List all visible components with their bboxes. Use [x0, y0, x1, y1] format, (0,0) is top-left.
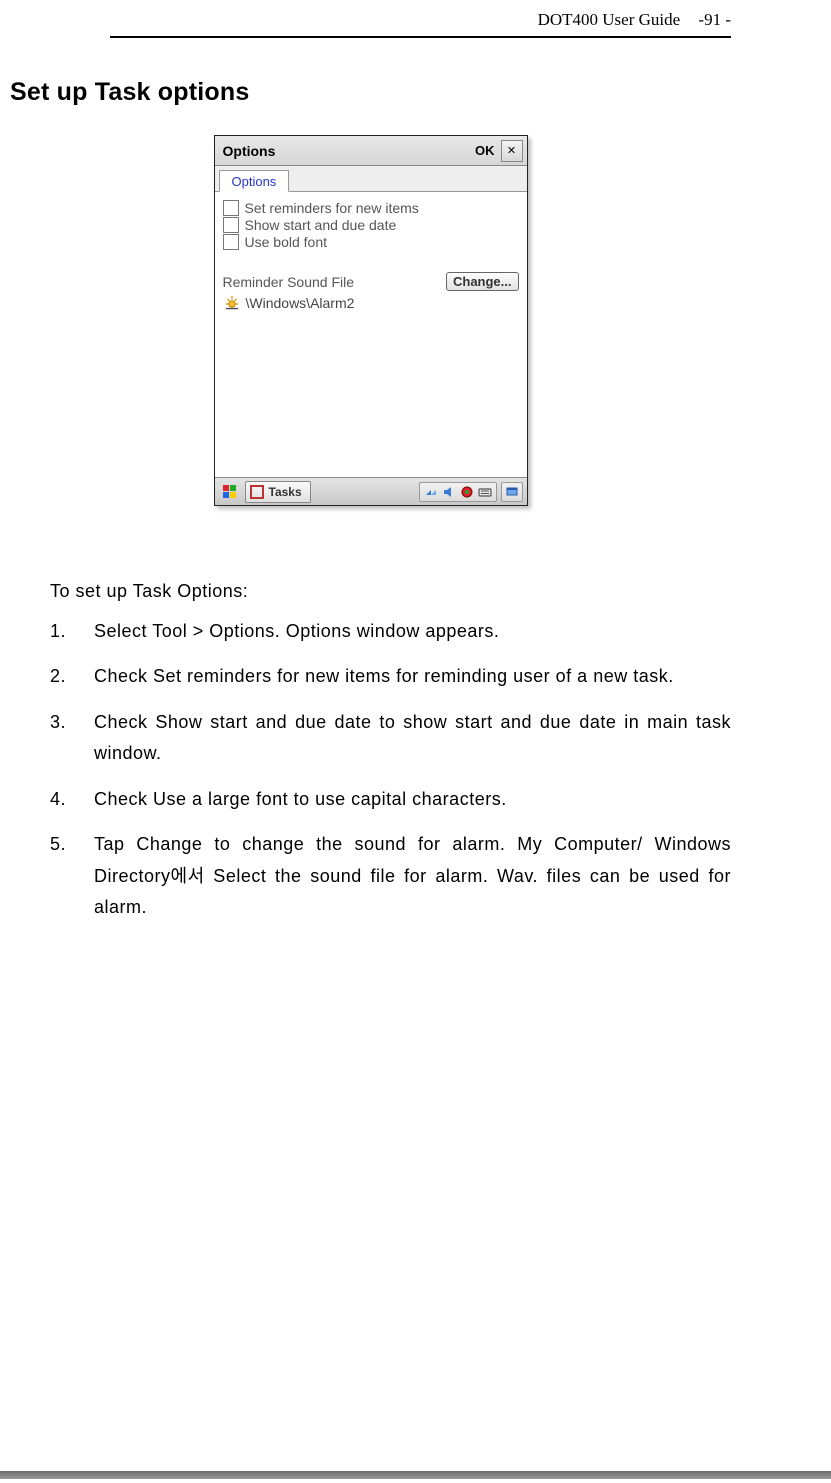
instructions-block: To set up Task Options: 1.Select Tool > … — [10, 576, 731, 924]
doc-title: DOT400 User Guide — [538, 10, 681, 29]
checkbox-row-boldfont[interactable]: Use bold font — [223, 234, 519, 250]
tasks-icon — [250, 485, 264, 499]
dialog-body: Set reminders for new items Show start a… — [215, 192, 527, 477]
step-4: 4.Check Use a large font to use capital … — [50, 784, 731, 816]
show-desktop-icon[interactable] — [501, 482, 523, 502]
start-icon[interactable] — [219, 482, 241, 502]
close-icon[interactable] — [501, 140, 523, 162]
checkbox-row-showdates[interactable]: Show start and due date — [223, 217, 519, 233]
options-dialog-screenshot: Options OK Options Set reminders for new… — [214, 135, 528, 506]
checkbox-label: Set reminders for new items — [245, 200, 419, 216]
tray-status-icon[interactable] — [460, 485, 474, 499]
checkbox-icon[interactable] — [223, 200, 239, 216]
change-button[interactable]: Change... — [446, 272, 519, 291]
tray-keyboard-icon[interactable] — [478, 485, 492, 499]
section-title: Set up Task options — [10, 78, 731, 107]
dialog-title: Options — [219, 143, 472, 159]
taskbar: Tasks — [215, 477, 527, 505]
checkbox-label: Use bold font — [245, 234, 328, 250]
dialog-titlebar: Options OK — [215, 136, 527, 166]
checkbox-label: Show start and due date — [245, 217, 397, 233]
page-header: DOT400 User Guide -91 - — [110, 0, 731, 38]
checkbox-icon[interactable] — [223, 234, 239, 250]
checkbox-icon[interactable] — [223, 217, 239, 233]
checkbox-row-reminders[interactable]: Set reminders for new items — [223, 200, 519, 216]
system-tray — [419, 482, 497, 502]
tab-options[interactable]: Options — [219, 170, 290, 192]
step-5: 5.Tap Change to change the sound for ala… — [50, 829, 731, 924]
instructions-intro: To set up Task Options: — [50, 576, 731, 608]
step-2: 2.Check Set reminders for new items for … — [50, 661, 731, 693]
sound-path-value: \Windows\Alarm2 — [246, 295, 355, 311]
step-1: 1.Select Tool > Options. Options window … — [50, 616, 731, 648]
page-number: -91 - — [698, 10, 731, 29]
taskbar-tasks-button[interactable]: Tasks — [245, 481, 311, 503]
taskbar-tasks-label: Tasks — [269, 485, 302, 499]
reminder-sound-label: Reminder Sound File — [223, 274, 355, 290]
tray-network-icon[interactable] — [424, 485, 438, 499]
tab-row: Options — [215, 166, 527, 192]
tray-speaker-icon[interactable] — [442, 485, 456, 499]
ok-button[interactable]: OK — [471, 143, 499, 158]
alarm-icon — [223, 295, 241, 311]
step-3: 3.Check Show start and due date to show … — [50, 707, 731, 770]
footer-rule — [0, 1471, 831, 1479]
